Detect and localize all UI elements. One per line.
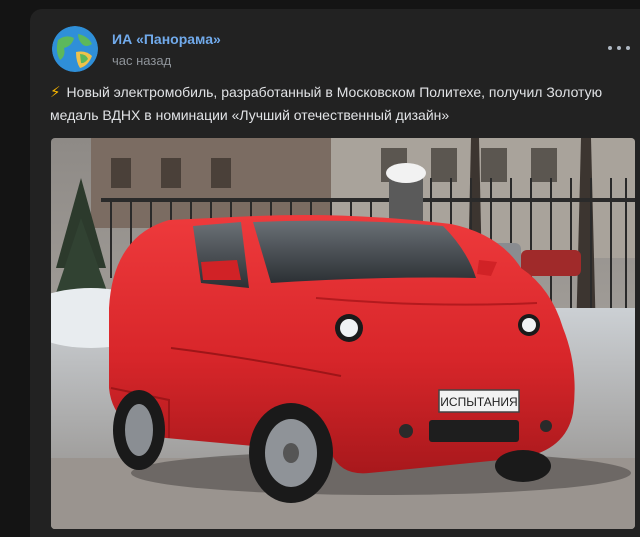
lightning-icon: ⚡ bbox=[50, 84, 61, 101]
author-avatar[interactable] bbox=[52, 26, 98, 72]
car-photo-image: ИСПЫТАНИЯ bbox=[51, 138, 635, 529]
post-photo[interactable]: ИСПЫТАНИЯ bbox=[51, 138, 635, 529]
author-name[interactable]: ИА «Панорама» bbox=[112, 31, 221, 47]
globe-icon bbox=[52, 26, 98, 72]
post-text: Новый электромобиль, разработанный в Мос… bbox=[50, 84, 603, 123]
post-card: ИА «Панорама» час назад ⚡ Новый электромо… bbox=[30, 9, 640, 537]
post-text-block: ⚡ Новый электромобиль, разработанный в Мо… bbox=[50, 81, 625, 126]
more-horizontal-icon[interactable] bbox=[608, 43, 630, 53]
post-time[interactable]: час назад bbox=[112, 53, 171, 68]
license-plate-text: ИСПЫТАНИЯ bbox=[440, 395, 517, 409]
